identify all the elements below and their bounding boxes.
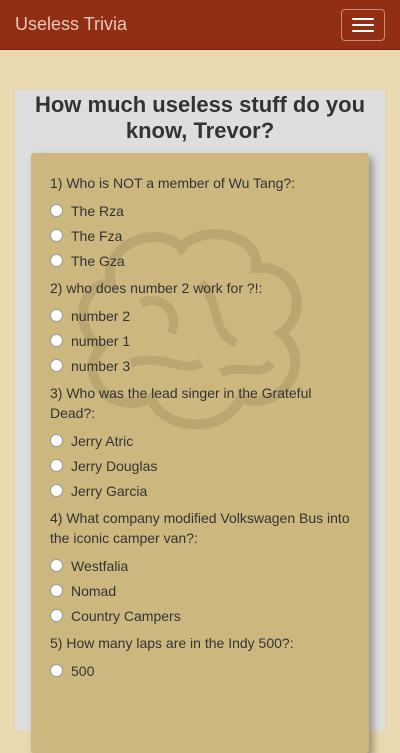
answer-option[interactable]: The Gza (50, 248, 350, 273)
answer-option[interactable]: 500 (50, 658, 350, 683)
question-card: 1) Who is NOT a member of Wu Tang?: The R… (31, 153, 369, 753)
question-1: 1) Who is NOT a member of Wu Tang?: The R… (50, 173, 350, 273)
answer-label: Jerry Douglas (71, 457, 158, 474)
answer-label: Jerry Garcia (71, 482, 148, 499)
answer-label: Westfalia (71, 557, 129, 574)
radio-button[interactable] (50, 434, 63, 447)
answer-option[interactable]: Westfalia (50, 553, 350, 578)
radio-button[interactable] (50, 584, 63, 597)
answer-option[interactable]: The Rza (50, 198, 350, 223)
question-text: 5) How many laps are in the Indy 500?: (50, 635, 294, 651)
answer-label: number 2 (71, 307, 131, 324)
quiz-panel: How much useless stuff do you know, Trev… (15, 90, 385, 753)
hamburger-icon-bar (352, 23, 374, 26)
hamburger-icon-bar (352, 29, 374, 32)
question-list: 1) Who is NOT a member of Wu Tang?: The R… (31, 153, 369, 683)
answer-option[interactable]: The Fza (50, 223, 350, 248)
answer-option[interactable]: number 3 (50, 353, 350, 378)
answer-option[interactable]: number 2 (50, 303, 350, 328)
radio-button[interactable] (50, 254, 63, 267)
answer-label: number 1 (71, 332, 131, 349)
hamburger-icon-bar (352, 17, 374, 20)
question-text: 4) What company modified Volkswagen Bus … (50, 510, 350, 546)
radio-button[interactable] (50, 459, 63, 472)
question-5: 5) How many laps are in the Indy 500?: 50… (50, 633, 350, 683)
radio-button[interactable] (50, 334, 63, 347)
answer-label: Jerry Atric (71, 432, 134, 449)
quiz-title: How much useless stuff do you know, Trev… (34, 92, 366, 143)
answer-label: Country Campers (71, 607, 181, 624)
radio-button[interactable] (50, 359, 63, 372)
navbar: Useless Trivia (0, 0, 400, 50)
question-2: 2) who does number 2 work for ?!: number … (50, 278, 350, 378)
answer-option[interactable]: Jerry Garcia (50, 478, 350, 503)
menu-toggle-button[interactable] (341, 8, 385, 41)
answer-label: number 3 (71, 357, 131, 374)
radio-button[interactable] (50, 309, 63, 322)
brand-link[interactable]: Useless Trivia (15, 14, 127, 35)
question-text: 2) who does number 2 work for ?!: (50, 280, 263, 296)
radio-button[interactable] (50, 664, 63, 677)
radio-button[interactable] (50, 609, 63, 622)
radio-button[interactable] (50, 229, 63, 242)
radio-button[interactable] (50, 484, 63, 497)
answer-option[interactable]: Nomad (50, 578, 350, 603)
answer-option[interactable]: Jerry Douglas (50, 453, 350, 478)
answer-label: 500 (71, 662, 95, 679)
answer-label: Nomad (71, 582, 117, 599)
answer-option[interactable]: Country Campers (50, 603, 350, 628)
answer-option[interactable]: Jerry Atric (50, 428, 350, 453)
question-text: 3) Who was the lead singer in the Gratef… (50, 385, 312, 421)
answer-label: The Fza (71, 227, 123, 244)
answer-label: The Rza (71, 202, 124, 219)
answer-option[interactable]: number 1 (50, 328, 350, 353)
answer-label: The Gza (71, 252, 125, 269)
radio-button[interactable] (50, 559, 63, 572)
question-text: 1) Who is NOT a member of Wu Tang?: (50, 175, 296, 191)
question-3: 3) Who was the lead singer in the Gratef… (50, 383, 350, 503)
radio-button[interactable] (50, 204, 63, 217)
question-4: 4) What company modified Volkswagen Bus … (50, 508, 350, 628)
